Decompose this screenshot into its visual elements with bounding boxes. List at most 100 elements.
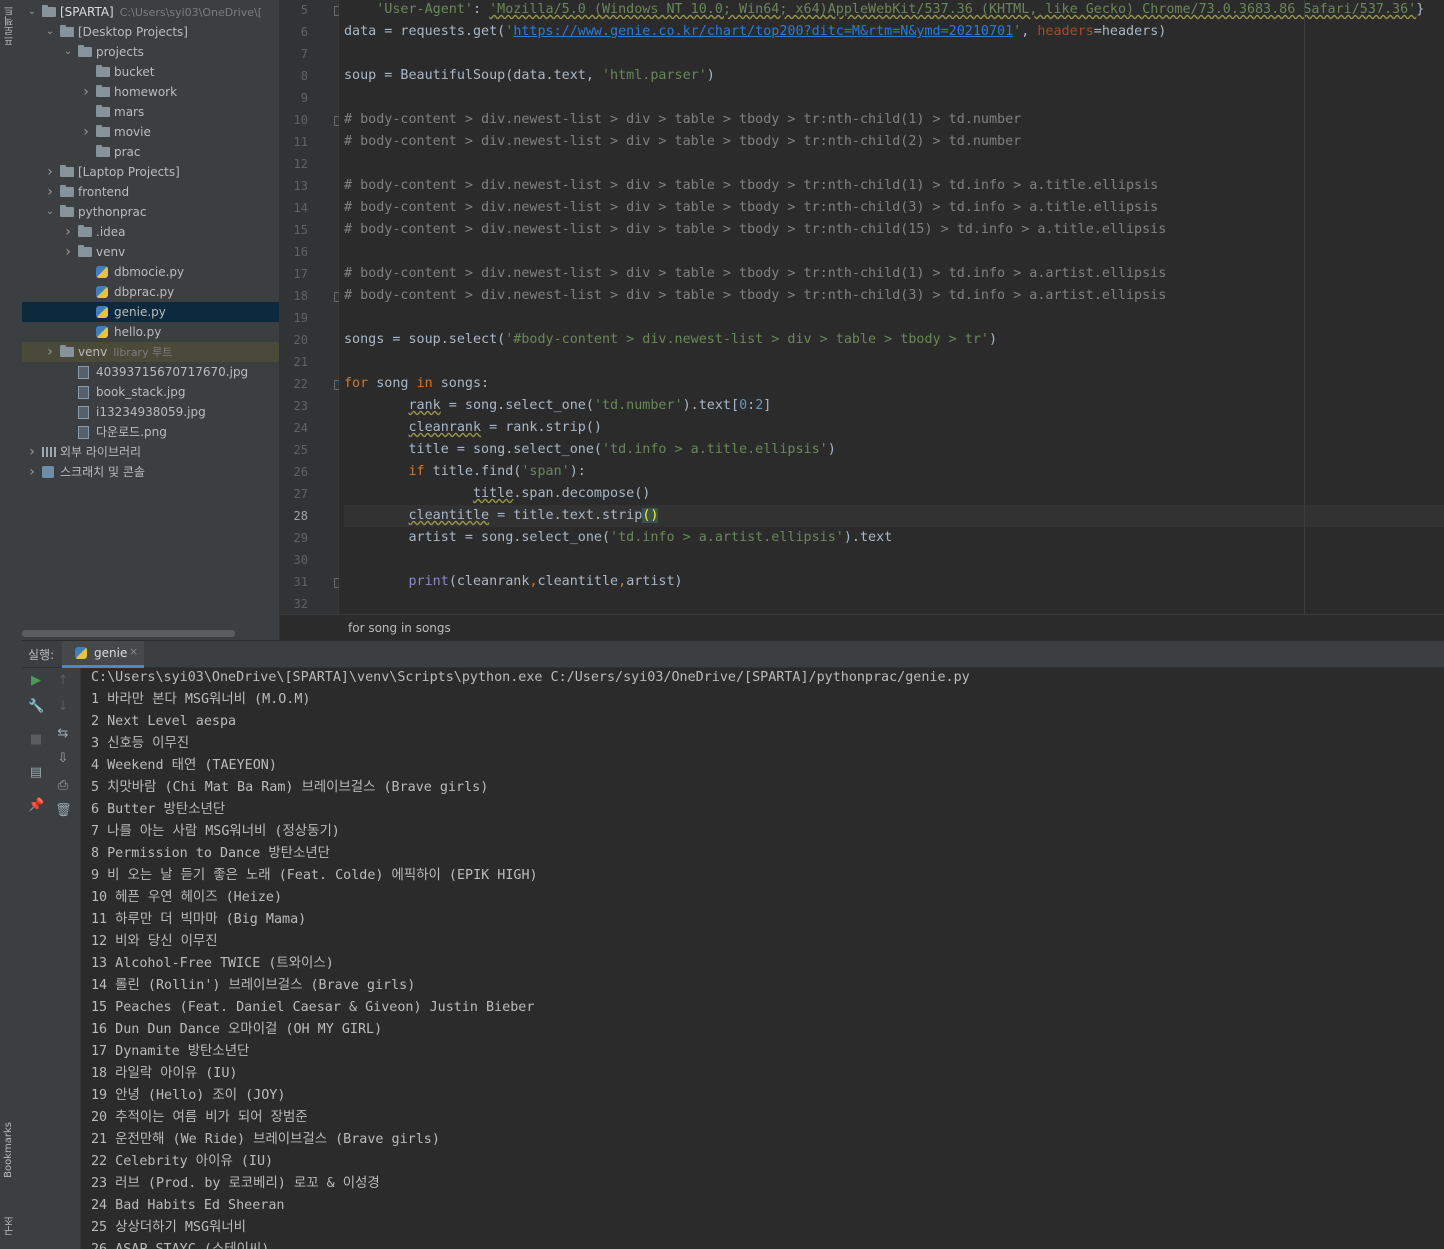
tree-item-label: prac bbox=[114, 145, 141, 159]
up-arrow-icon[interactable]: ↑ bbox=[55, 673, 71, 689]
run-console-output[interactable]: C:\Users\syi03\OneDrive\[SPARTA]\venv\Sc… bbox=[81, 668, 1444, 1249]
chevron-right-icon[interactable]: › bbox=[44, 162, 56, 182]
tree-item[interactable]: genie.py bbox=[22, 302, 279, 322]
project-panel: ⌄ [SPARTA] C:\Users\syi03\OneDrive\[⌄ [Desk… bbox=[22, 0, 280, 640]
run-tab-genie[interactable]: genie × bbox=[62, 641, 144, 668]
soft-wrap-icon[interactable]: ⇆ bbox=[55, 726, 71, 742]
tree-item[interactable]: book_stack.jpg bbox=[22, 382, 279, 402]
tree-item[interactable]: bucket bbox=[22, 62, 279, 82]
code-line[interactable]: rank = song.select_one('td.number').text… bbox=[344, 395, 772, 417]
pin-icon[interactable]: 📌 bbox=[28, 798, 44, 814]
code-line[interactable]: songs = soup.select('#body-content > div… bbox=[344, 329, 997, 351]
line-number: 21 bbox=[293, 355, 308, 369]
line-number: 10 bbox=[293, 113, 308, 127]
chevron-right-icon[interactable]: › bbox=[44, 182, 56, 202]
stop-icon[interactable]: ■ bbox=[28, 732, 44, 748]
tree-item[interactable]: 40393715670717670.jpg bbox=[22, 362, 279, 382]
code-line[interactable]: # body-content > div.newest-list > div >… bbox=[344, 263, 1166, 285]
run-tab-label: genie bbox=[94, 646, 128, 660]
code-line[interactable]: # body-content > div.newest-list > div >… bbox=[344, 219, 1166, 241]
folder-icon bbox=[96, 65, 110, 77]
tree-item[interactable]: dbprac.py bbox=[22, 282, 279, 302]
code-line[interactable]: # body-content > div.newest-list > div >… bbox=[344, 175, 1158, 197]
image-file-icon bbox=[78, 426, 89, 439]
line-number: 29 bbox=[293, 531, 308, 545]
console-output-line: 7 나를 아는 사람 MSG워너비 (정상동기) bbox=[91, 824, 340, 839]
code-line[interactable]: 'User-Agent': 'Mozilla/5.0 (Windows NT 1… bbox=[344, 0, 1424, 21]
close-tab-icon[interactable]: × bbox=[129, 645, 138, 658]
tree-item-label: dbmocie.py bbox=[114, 265, 185, 279]
tree-item[interactable]: › venv library 루트 bbox=[22, 342, 279, 362]
code-line[interactable]: # body-content > div.newest-list > div >… bbox=[344, 109, 1021, 131]
line-number: 8 bbox=[300, 69, 308, 83]
chevron-right-icon[interactable]: › bbox=[44, 342, 56, 362]
tree-item[interactable]: 다운로드.png bbox=[22, 422, 279, 442]
tree-item[interactable]: dbmocie.py bbox=[22, 262, 279, 282]
line-number: 28 bbox=[293, 509, 308, 523]
project-tool-window-tab[interactable]: 프로젝트 bbox=[3, 6, 18, 46]
wrench-icon[interactable]: 🔧 bbox=[28, 699, 44, 715]
console-output-line: 5 치맛바람 (Chi Mat Ba Ram) 브레이브걸스 (Brave gi… bbox=[91, 780, 489, 795]
tree-item[interactable]: › venv bbox=[22, 242, 279, 262]
tree-item[interactable]: ⌄ pythonprac bbox=[22, 202, 279, 222]
chevron-right-icon[interactable]: › bbox=[80, 122, 92, 142]
tree-item[interactable]: › .idea bbox=[22, 222, 279, 242]
code-line[interactable]: for song in songs: bbox=[344, 373, 489, 395]
code-line[interactable]: # body-content > div.newest-list > div >… bbox=[344, 285, 1166, 307]
tree-item[interactable]: ⌄ [SPARTA] C:\Users\syi03\OneDrive\[ bbox=[22, 2, 279, 22]
tree-item[interactable]: prac bbox=[22, 142, 279, 162]
tree-item-label: [Desktop Projects] bbox=[78, 25, 188, 39]
tree-item-hint: library 루트 bbox=[113, 346, 173, 359]
code-line[interactable]: soup = BeautifulSoup(data.text, 'html.pa… bbox=[344, 65, 715, 87]
folder-icon bbox=[96, 105, 110, 117]
console-output-line: 11 하루만 더 빅마마 (Big Mama) bbox=[91, 912, 307, 927]
tree-item[interactable]: › 외부 라이브러리 bbox=[22, 442, 279, 462]
library-icon bbox=[42, 447, 56, 457]
chevron-down-icon[interactable]: ⌄ bbox=[44, 22, 56, 42]
project-horizontal-scrollbar[interactable] bbox=[22, 630, 235, 637]
print-icon[interactable]: ⎙ bbox=[55, 778, 71, 794]
tree-item[interactable]: › [Laptop Projects] bbox=[22, 162, 279, 182]
chevron-right-icon[interactable]: › bbox=[26, 462, 38, 482]
code-line[interactable]: cleanrank = rank.strip() bbox=[344, 417, 603, 439]
folder-icon bbox=[78, 245, 92, 257]
line-number: 14 bbox=[293, 201, 308, 215]
tree-item[interactable]: ⌄ [Desktop Projects] bbox=[22, 22, 279, 42]
code-line[interactable]: cleantitle = title.text.strip() bbox=[344, 505, 1444, 527]
tree-item[interactable]: › 스크래치 및 콘솔 bbox=[22, 462, 279, 482]
code-line[interactable]: if title.find('span'): bbox=[344, 461, 586, 483]
code-line[interactable]: data = requests.get('https://www.genie.c… bbox=[344, 21, 1166, 43]
chevron-down-icon[interactable]: ⌄ bbox=[62, 42, 74, 62]
code-line[interactable]: artist = song.select_one('td.info > a.ar… bbox=[344, 527, 892, 549]
code-line[interactable]: title = song.select_one('td.info > a.tit… bbox=[344, 439, 835, 461]
code-line[interactable]: # body-content > div.newest-list > div >… bbox=[344, 131, 1021, 153]
tree-item-label: movie bbox=[114, 125, 151, 139]
editor-breadcrumb[interactable]: for song in songs bbox=[280, 614, 1444, 642]
scroll-to-end-icon[interactable]: ⇩ bbox=[55, 751, 71, 767]
structure-tool-window-tab[interactable]: 구조 bbox=[3, 1216, 18, 1236]
tree-item[interactable]: › frontend bbox=[22, 182, 279, 202]
tree-item[interactable]: › homework bbox=[22, 82, 279, 102]
tree-item[interactable]: ⌄ projects bbox=[22, 42, 279, 62]
tree-item[interactable]: hello.py bbox=[22, 322, 279, 342]
chevron-right-icon[interactable]: › bbox=[62, 222, 74, 242]
trash-icon[interactable]: 🗑 bbox=[55, 803, 72, 819]
tree-item[interactable]: › movie bbox=[22, 122, 279, 142]
code-line[interactable]: # body-content > div.newest-list > div >… bbox=[344, 197, 1158, 219]
chevron-right-icon[interactable]: › bbox=[62, 242, 74, 262]
tree-item[interactable]: mars bbox=[22, 102, 279, 122]
layout-icon[interactable]: ▤ bbox=[28, 765, 44, 781]
bookmarks-tool-window-tab[interactable]: Bookmarks bbox=[3, 1122, 14, 1178]
tree-item[interactable]: i13234938059.jpg bbox=[22, 402, 279, 422]
chevron-right-icon[interactable]: › bbox=[26, 442, 38, 462]
down-arrow-icon[interactable]: ↓ bbox=[55, 699, 71, 715]
chevron-right-icon[interactable]: › bbox=[80, 82, 92, 102]
code-editor[interactable]: 'User-Agent': 'Mozilla/5.0 (Windows NT 1… bbox=[339, 0, 1444, 614]
chevron-down-icon[interactable]: ⌄ bbox=[26, 2, 38, 22]
tree-item-label: .idea bbox=[96, 225, 126, 239]
rerun-icon[interactable]: ▶ bbox=[28, 673, 44, 689]
chevron-down-icon[interactable]: ⌄ bbox=[44, 202, 56, 222]
code-line[interactable]: title.span.decompose() bbox=[344, 483, 650, 505]
breadcrumb-item[interactable]: for song in songs bbox=[348, 621, 451, 635]
code-line[interactable]: print(cleanrank,cleantitle,artist) bbox=[344, 571, 683, 593]
